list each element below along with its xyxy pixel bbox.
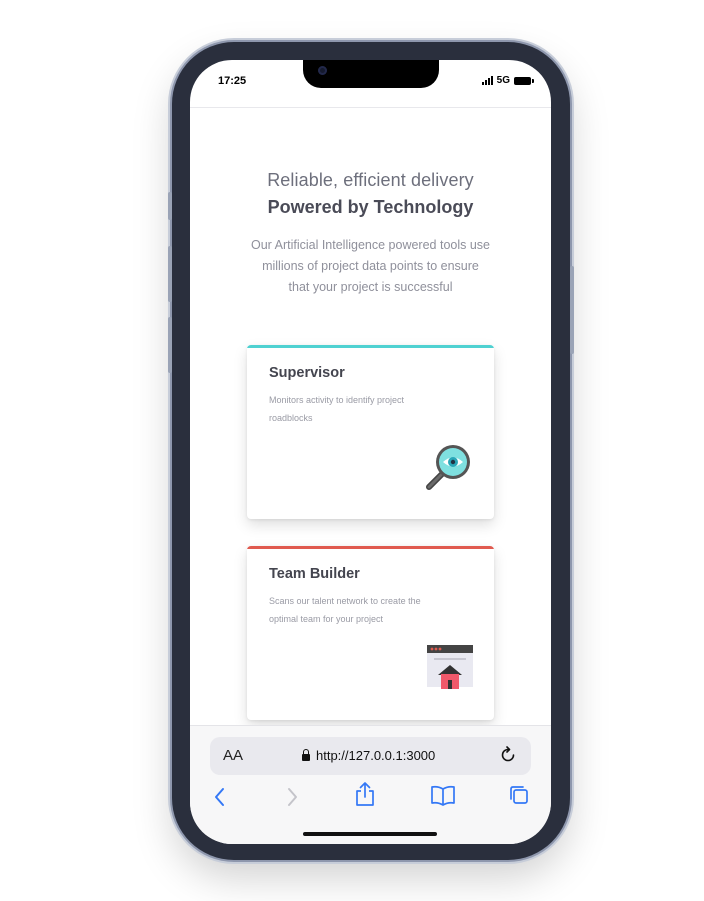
card-accent-bar: [247, 546, 494, 549]
hero-subtitle: Reliable, efficient delivery: [267, 170, 474, 190]
phone-screen: 17:25 5G Reliable, efficient delivery Po…: [190, 60, 551, 844]
text-size-label: AA: [223, 747, 244, 764]
bookmarks-icon[interactable]: [430, 784, 456, 811]
status-time: 17:25: [218, 75, 247, 87]
card-title: Team Builder: [269, 566, 360, 582]
silent-switch: [168, 192, 172, 220]
address-bar[interactable]: AA http://127.0.0.1:3000: [210, 737, 531, 775]
battery-icon: [514, 76, 534, 85]
notch: [303, 60, 439, 88]
volume-down-button: [168, 317, 172, 373]
power-button: [570, 266, 574, 354]
tabs-icon[interactable]: [508, 784, 530, 811]
front-camera: [318, 66, 327, 75]
hero-title: Powered by Technology: [267, 197, 474, 217]
card-text: Scans our talent network to create the o…: [269, 596, 421, 624]
magnifier-eye-icon: [424, 442, 474, 497]
reload-icon[interactable]: [499, 746, 517, 769]
hero-description: Our Artificial Intelligence powered tool…: [250, 238, 490, 294]
text-size-button[interactable]: AA: [223, 747, 243, 764]
card-title: Supervisor: [269, 365, 345, 381]
status-indicators: 5G: [481, 75, 534, 86]
card-supervisor[interactable]: Supervisor Monitors activity to identify…: [247, 345, 494, 519]
volume-up-button: [168, 246, 172, 302]
browser-toolbar: AA http://127.0.0.1:3000: [190, 725, 551, 844]
card-text: Monitors activity to identify project ro…: [269, 395, 405, 423]
url-display[interactable]: http://127.0.0.1:3000: [302, 748, 435, 763]
forward-icon[interactable]: [284, 786, 300, 813]
network-label: 5G: [496, 75, 510, 86]
browser-house-icon: [426, 643, 474, 696]
card-team-builder[interactable]: Team Builder Scans our talent network to…: [247, 546, 494, 720]
share-icon[interactable]: [354, 781, 376, 812]
signal-icon: [481, 76, 493, 85]
back-icon[interactable]: [212, 786, 228, 813]
lock-icon: [302, 748, 310, 761]
card-accent-bar: [247, 345, 494, 348]
url-text: http://127.0.0.1:3000: [316, 748, 436, 763]
status-divider: [190, 107, 551, 108]
home-indicator: [303, 832, 437, 836]
